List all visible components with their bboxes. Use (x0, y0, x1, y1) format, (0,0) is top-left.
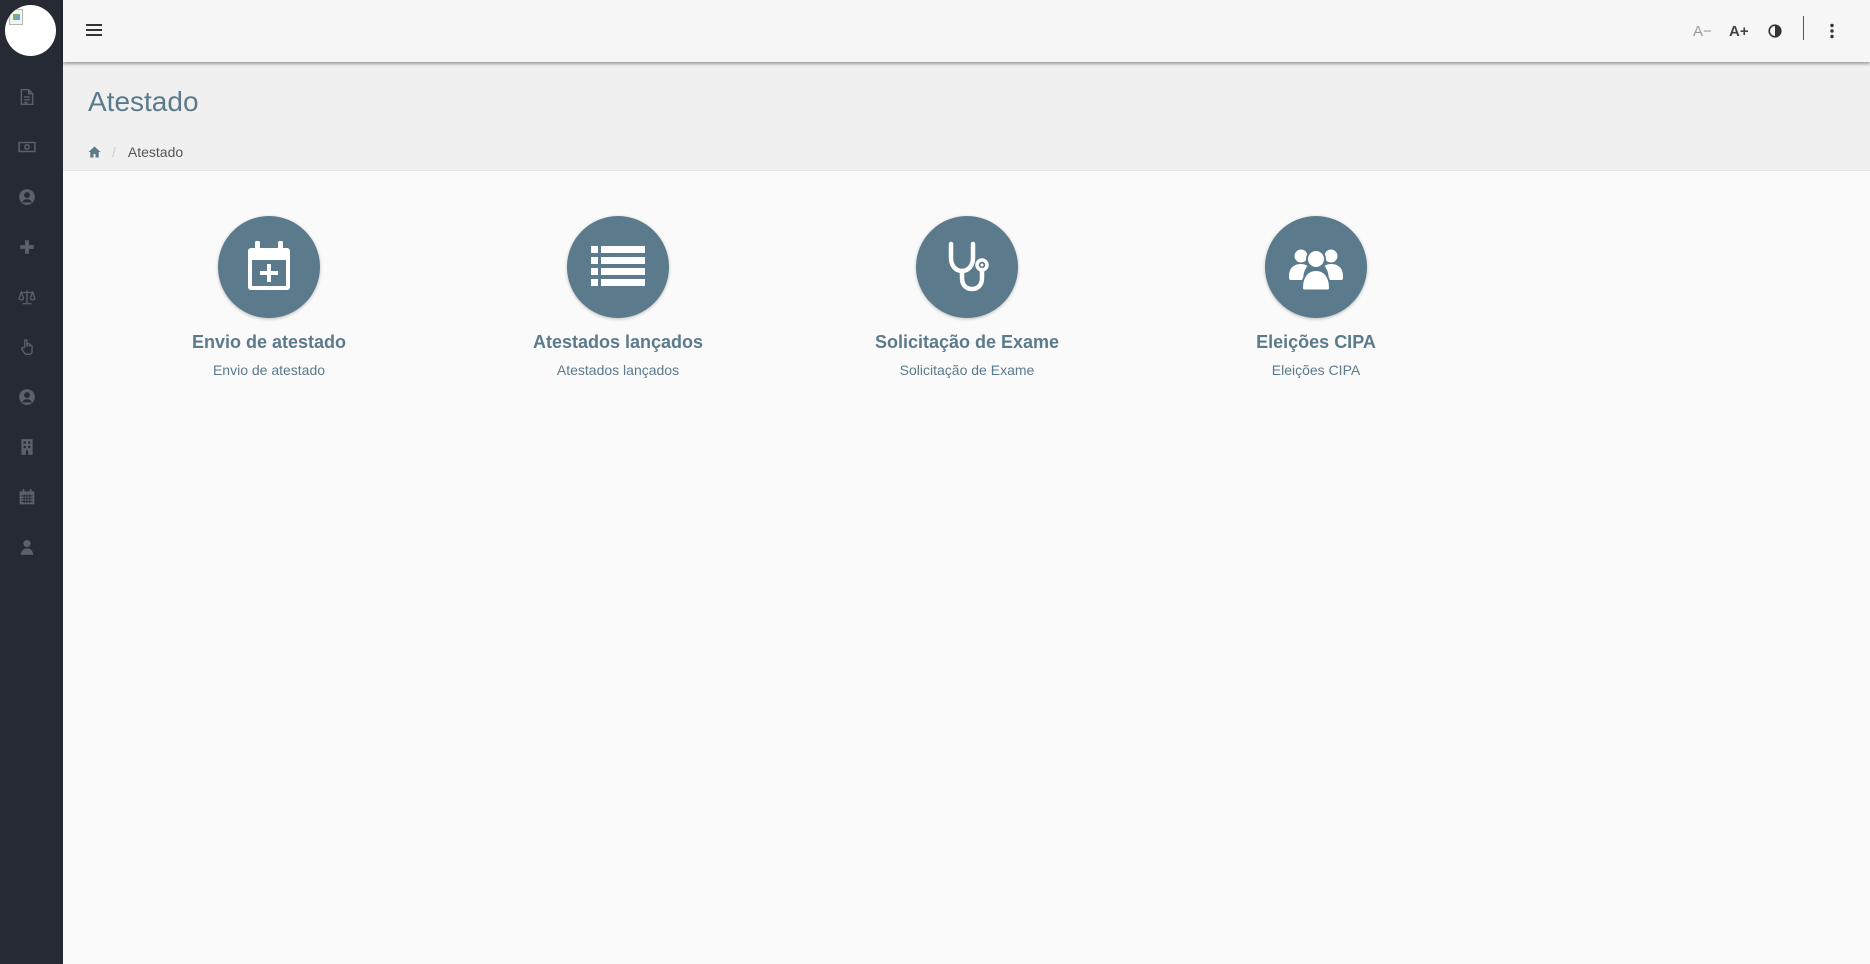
plus-icon (20, 240, 34, 254)
card-envio-de-atestado[interactable]: Envio de atestado Envio de atestado (149, 216, 389, 378)
sidebar-item-company[interactable] (15, 435, 39, 459)
breadcrumb: / Atestado (88, 144, 183, 160)
document-icon (20, 88, 34, 106)
card-subtitle: Envio de atestado (212, 362, 326, 378)
card-title: Solicitação de Exame (874, 332, 1060, 352)
more-vertical-icon (1830, 23, 1834, 39)
card-atestados-lancados[interactable]: Atestados lançados Atestados lançados (498, 216, 738, 378)
sidebar-item-account[interactable] (15, 385, 39, 409)
user-icon (20, 540, 34, 555)
users-icon (1289, 249, 1343, 292)
card-solicitacao-de-exame[interactable]: Solicitação de Exame Solicitação de Exam… (847, 216, 1087, 378)
breadcrumb-separator: / (112, 144, 116, 160)
calendar-plus-icon (248, 241, 290, 290)
more-options-button[interactable] (1825, 20, 1839, 42)
toolbar-divider (1803, 16, 1804, 40)
sidebar-item-calendar[interactable] (15, 485, 39, 509)
contrast-icon (1768, 24, 1782, 38)
sidebar-item-health[interactable] (15, 235, 39, 259)
home-icon (88, 146, 101, 158)
sidebar-item-pointer[interactable] (15, 335, 39, 359)
font-increase-button[interactable]: A+ (1729, 20, 1749, 42)
page-header: Atestado / Atestado (63, 62, 1870, 171)
card-icon-circle (1265, 216, 1367, 318)
card-subtitle: Solicitação de Exame (899, 362, 1035, 378)
card-title: Atestados lançados (532, 332, 704, 352)
user-circle-icon (19, 189, 35, 205)
hand-pointer-icon (21, 339, 33, 355)
font-decrease-button[interactable]: A− (1693, 20, 1712, 42)
sidebar-item-money[interactable] (15, 135, 39, 159)
card-subtitle: Atestados lançados (556, 362, 680, 378)
broken-image-icon (9, 9, 23, 25)
menu-toggle-button[interactable] (83, 18, 105, 42)
card-subtitle: Eleições CIPA (1271, 362, 1361, 378)
sidebar-item-user[interactable] (15, 535, 39, 559)
sidebar-item-document[interactable] (15, 85, 39, 109)
user-circle-icon (19, 389, 35, 405)
sidebar (0, 0, 63, 964)
topbar: A− A+ (63, 0, 1870, 62)
balance-scale-icon (18, 290, 36, 305)
stethoscope-icon (948, 241, 989, 292)
hamburger-icon (86, 24, 102, 36)
list-icon (591, 246, 645, 286)
contrast-button[interactable] (1766, 20, 1784, 42)
card-icon-circle (218, 216, 320, 318)
logo[interactable] (5, 5, 56, 56)
page-title: Atestado (88, 86, 199, 117)
money-icon (18, 141, 36, 153)
card-icon-circle (916, 216, 1018, 318)
card-eleicoes-cipa[interactable]: Eleições CIPA Eleições CIPA (1196, 216, 1436, 378)
calendar-icon (19, 489, 35, 505)
card-title: Eleições CIPA (1256, 332, 1376, 352)
building-icon (21, 439, 33, 455)
sidebar-item-legal[interactable] (15, 285, 39, 309)
breadcrumb-current: Atestado (127, 144, 184, 160)
sidebar-item-profile[interactable] (15, 185, 39, 209)
card-title: Envio de atestado (191, 332, 347, 352)
card-icon-circle (567, 216, 669, 318)
breadcrumb-home-link[interactable] (88, 146, 102, 159)
